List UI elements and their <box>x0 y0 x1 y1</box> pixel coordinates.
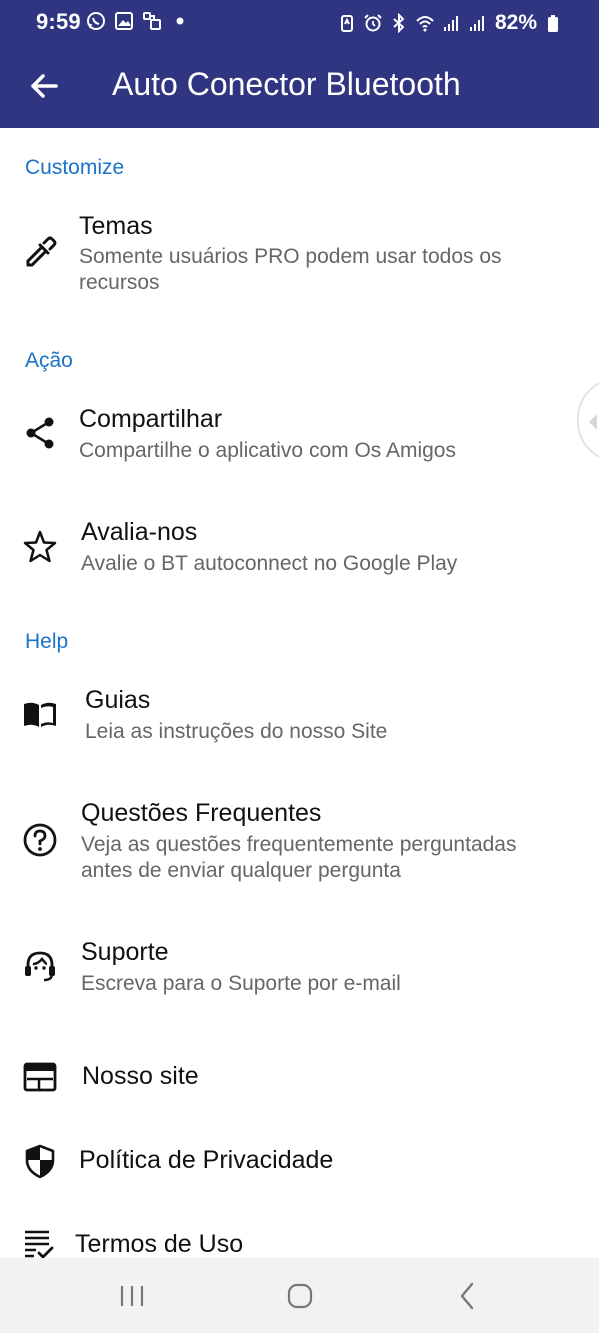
book-icon <box>22 696 58 732</box>
gallery-icon <box>114 11 134 31</box>
link-icon <box>142 11 162 31</box>
nav-back-button[interactable] <box>452 1280 484 1312</box>
item-title: Suporte <box>81 938 169 966</box>
help-circle-icon <box>22 822 58 858</box>
wifi-icon <box>415 13 435 33</box>
web-icon <box>22 1059 58 1095</box>
status-bar: 9:59 82% <box>0 0 599 44</box>
list-item-compartilhar[interactable]: Compartilhar Compartilhe o aplicativo co… <box>0 393 599 493</box>
bluetooth-icon <box>389 13 409 33</box>
headset-icon <box>22 948 58 984</box>
status-right-icons: 82% <box>337 11 563 35</box>
status-time: 9:59 <box>36 9 81 34</box>
arrow-left-icon <box>31 74 58 98</box>
app-bar: Auto Conector Bluetooth <box>0 44 599 128</box>
section-header-customize: Customize <box>25 156 125 179</box>
share-icon <box>22 415 58 451</box>
status-left-icons <box>86 11 190 31</box>
whatsapp-icon <box>86 11 106 31</box>
home-button[interactable] <box>284 1280 316 1312</box>
back-icon <box>460 1282 474 1310</box>
item-subtitle: Compartilhe o aplicativo com Os Amigos <box>79 439 456 462</box>
list-item-suporte[interactable]: Suporte Escreva para o Suporte por e-mai… <box>0 926 599 1026</box>
list-item-privacidade[interactable]: Política de Privacidade <box>0 1124 599 1198</box>
eyedropper-icon <box>22 235 58 271</box>
star-icon <box>22 529 58 565</box>
item-subtitle: Veja as questões frequentemente pergunta… <box>81 833 517 882</box>
recents-button[interactable] <box>116 1280 148 1312</box>
dot-icon <box>170 11 190 31</box>
signal-icon <box>441 13 461 33</box>
item-title: Compartilhar <box>79 405 223 433</box>
list-item-termos[interactable]: Termos de Uso <box>0 1208 599 1258</box>
item-title: Avalia-nos <box>81 518 198 546</box>
battery-icon <box>543 13 563 33</box>
item-subtitle: Somente usuários PRO podem usar todos os… <box>79 245 502 294</box>
battery-saver-icon <box>337 13 357 33</box>
item-subtitle: Avalie o BT autoconnect no Google Play <box>81 552 458 575</box>
alarm-icon <box>363 13 383 33</box>
list-item-avalie[interactable]: Avalia-nos Avalie o BT autoconnect no Go… <box>0 506 599 606</box>
battery-percent: 82% <box>494 11 537 34</box>
item-title: Questões Frequentes <box>81 799 322 827</box>
home-icon <box>287 1283 313 1309</box>
item-subtitle: Leia as instruções do nosso Site <box>85 720 388 743</box>
item-title: Termos de Uso <box>75 1230 244 1258</box>
item-title: Política de Privacidade <box>79 1146 334 1174</box>
list-item-guias[interactable]: Guias Leia as instruções do nosso Site <box>0 674 599 774</box>
item-subtitle: Escreva para o Suporte por e-mail <box>81 972 401 995</box>
list-check-icon <box>22 1227 58 1258</box>
item-title: Nosso site <box>82 1062 199 1090</box>
item-title: Guias <box>85 686 151 714</box>
list-item-faq[interactable]: Questões Frequentes Veja as questões fre… <box>0 787 599 913</box>
list-item-nosso-site[interactable]: Nosso site <box>0 1040 599 1114</box>
recents-icon <box>120 1286 144 1306</box>
system-nav-bar <box>0 1258 599 1333</box>
section-header-help: Help <box>25 630 69 653</box>
list-item-temas[interactable]: Temas Somente usuários PRO podem usar to… <box>0 200 599 310</box>
settings-list[interactable]: Customize Temas Somente usuários PRO pod… <box>0 128 599 1258</box>
item-title: Temas <box>79 212 153 240</box>
back-button[interactable] <box>24 66 64 106</box>
shield-icon <box>22 1143 58 1179</box>
signal-icon <box>467 13 487 33</box>
page-title: Auto Conector Bluetooth <box>112 66 461 102</box>
section-header-acao: Ação <box>25 349 73 372</box>
